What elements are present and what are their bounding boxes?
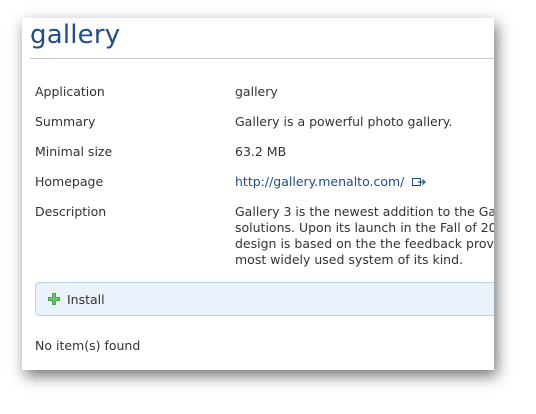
application-value: gallery <box>235 84 278 99</box>
homepage-value: http://gallery.menalto.com/ <box>235 174 427 189</box>
install-label: Install <box>67 292 105 307</box>
summary-value: Gallery is a powerful photo gallery. <box>235 114 453 129</box>
description-label: Description <box>35 204 107 219</box>
application-label: Application <box>35 84 105 99</box>
homepage-label: Homepage <box>35 174 104 189</box>
homepage-link[interactable]: http://gallery.menalto.com/ <box>235 174 404 189</box>
plus-icon <box>48 293 60 305</box>
summary-label: Summary <box>35 114 96 129</box>
description-line: most widely used system of its kind. <box>235 252 463 267</box>
description-line: Gallery 3 is the newest addition to the … <box>235 204 494 219</box>
title-divider <box>30 58 494 59</box>
page-title: gallery <box>30 20 121 50</box>
install-button[interactable]: Install <box>35 282 494 316</box>
external-link-icon[interactable] <box>412 177 427 187</box>
app-detail-panel: gallery Application gallery Summary Gall… <box>22 18 494 370</box>
description-text: Gallery 3 is the newest addition to the … <box>235 204 494 268</box>
minimal-size-value: 63.2 MB <box>235 144 287 159</box>
empty-list-message: No item(s) found <box>35 338 141 353</box>
description-line: solutions. Upon its launch in the Fall o… <box>235 220 494 235</box>
minimal-size-label: Minimal size <box>35 144 113 159</box>
description-line: design is based on the the feedback prov… <box>235 236 494 251</box>
